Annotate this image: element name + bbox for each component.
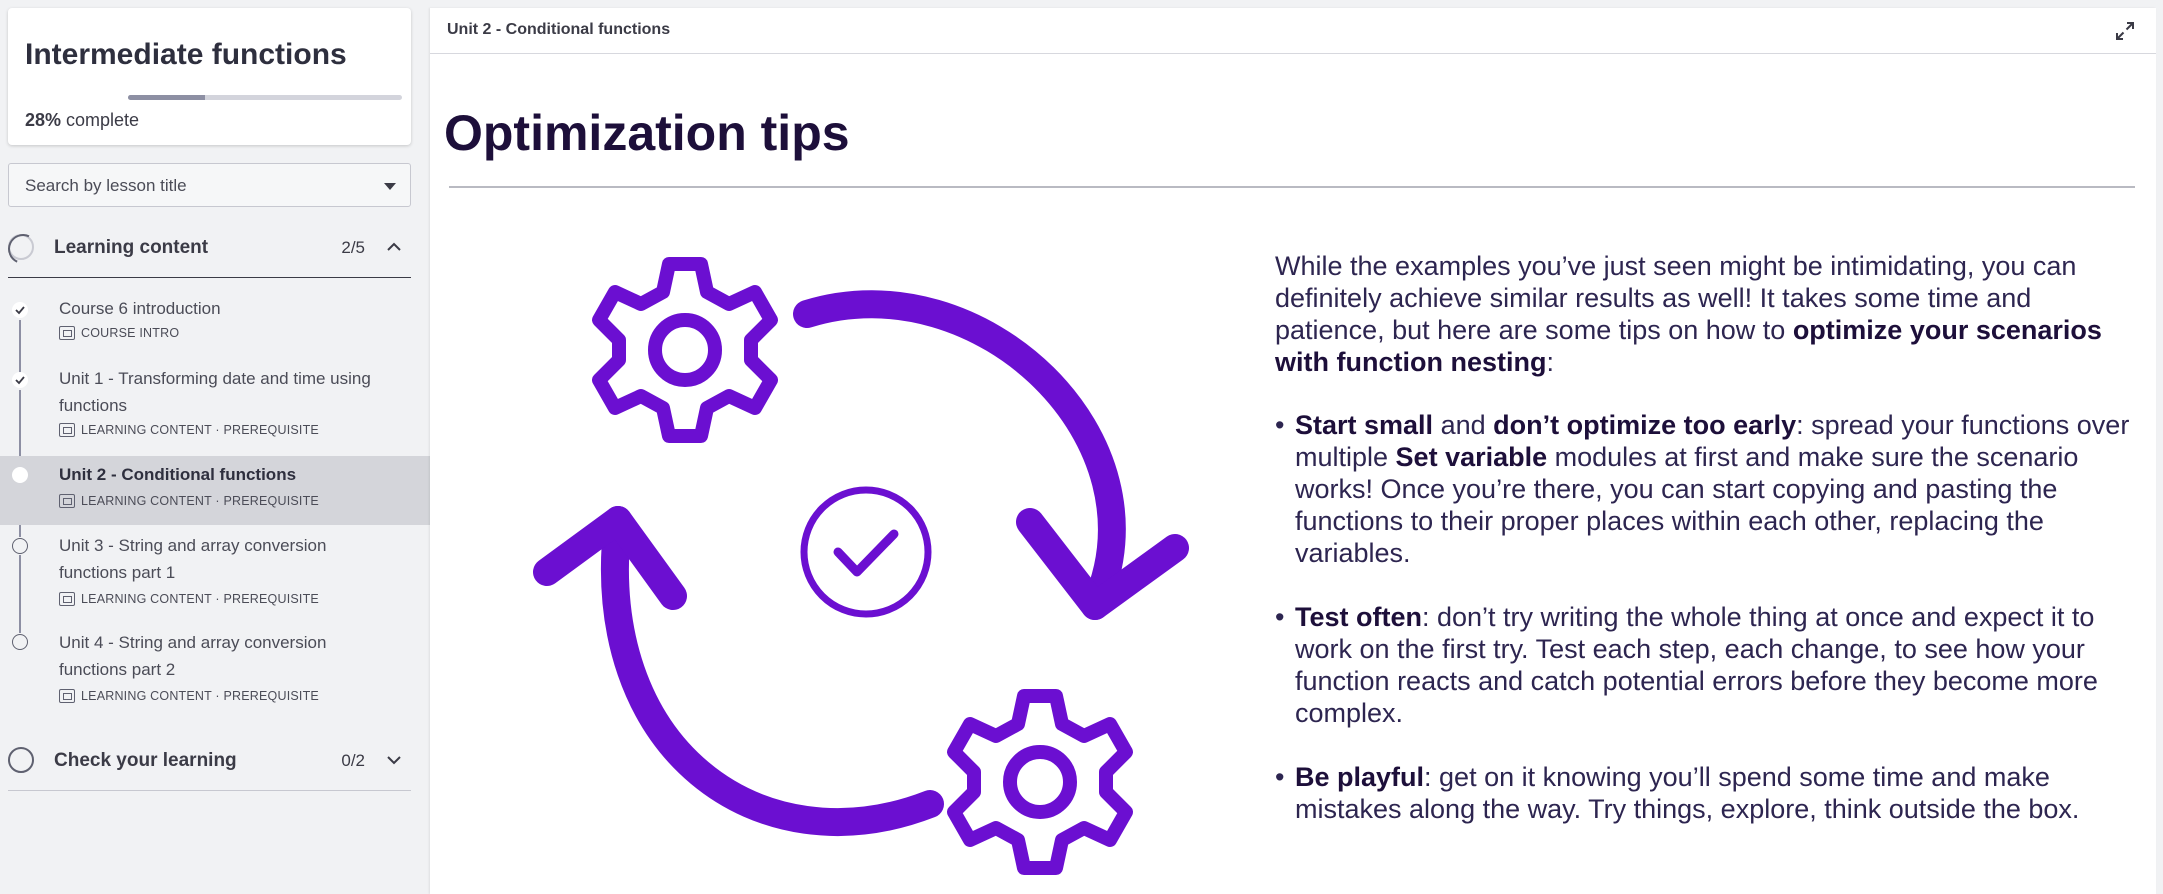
section-label: Learning content bbox=[54, 237, 209, 258]
tip-bold: Test often bbox=[1295, 602, 1422, 632]
lesson-topbar: Unit 2 - Conditional functions bbox=[430, 8, 2156, 54]
intro-paragraph: While the examples you’ve just seen migh… bbox=[1275, 250, 2135, 378]
lesson-item-course-intro[interactable]: Course 6 introduction COURSE INTRO bbox=[0, 290, 430, 350]
lesson-title: Unit 2 - Conditional functions bbox=[59, 465, 297, 484]
lesson-meta-text: LEARNING CONTENT · PREREQUISITE bbox=[81, 494, 319, 508]
section-learning-content[interactable]: Learning content 2/5 bbox=[8, 216, 411, 278]
lesson-meta: LEARNING CONTENT · PREREQUISITE bbox=[59, 494, 319, 508]
course-sidebar: Intermediate functions 28% complete Sear… bbox=[0, 0, 430, 894]
section-divider bbox=[8, 790, 411, 791]
tip-item: Start small and don’t optimize too early… bbox=[1275, 409, 2135, 569]
current-lesson-dot-icon bbox=[12, 467, 28, 483]
lesson-body: While the examples you’ve just seen migh… bbox=[1275, 250, 2135, 857]
tip-bold: Set variable bbox=[1395, 442, 1548, 472]
search-placeholder: Search by lesson title bbox=[25, 176, 187, 195]
intro-end: : bbox=[1546, 347, 1554, 377]
lesson-meta-text: LEARNING CONTENT · PREREQUISITE bbox=[81, 592, 319, 606]
expand-icon[interactable] bbox=[2114, 20, 2136, 42]
progress-text: 28% complete bbox=[25, 110, 139, 131]
lesson-meta: LEARNING CONTENT · PREREQUISITE bbox=[59, 689, 319, 703]
empty-ring-icon bbox=[8, 747, 34, 773]
check-circle-icon bbox=[800, 486, 932, 618]
slides-icon bbox=[59, 592, 75, 606]
tip-item: Be playful: get on it knowing you’ll spe… bbox=[1275, 761, 2135, 825]
tip-bold: don’t optimize too early bbox=[1493, 410, 1797, 440]
lesson-meta: COURSE INTRO bbox=[59, 326, 179, 340]
lesson-title: Unit 4 - String and array conversion fun… bbox=[59, 633, 327, 679]
section-divider bbox=[8, 277, 411, 278]
lesson-meta-text: COURSE INTRO bbox=[81, 326, 180, 340]
lesson-title: Unit 3 - String and array conversion fun… bbox=[59, 536, 327, 582]
tip-item: Test often: don’t try writing the whole … bbox=[1275, 601, 2135, 729]
lesson-title: Unit 1 - Transforming date and time usin… bbox=[59, 369, 371, 415]
lesson-meta-text: LEARNING CONTENT · PREREQUISITE bbox=[81, 689, 319, 703]
progress-suffix: complete bbox=[61, 110, 140, 130]
page-title: Optimization tips bbox=[444, 105, 850, 161]
gear-icon bbox=[599, 264, 771, 436]
section-count: 2/5 bbox=[341, 238, 365, 257]
caret-down-icon bbox=[384, 183, 396, 190]
section-check-your-learning[interactable]: Check your learning 0/2 bbox=[8, 729, 411, 791]
document-icon bbox=[59, 326, 75, 340]
tip-bold: Be playful bbox=[1295, 762, 1425, 792]
progress-fill bbox=[128, 95, 205, 100]
chevron-up-icon[interactable] bbox=[383, 236, 405, 258]
gear-icon bbox=[954, 696, 1126, 868]
check-icon bbox=[12, 302, 28, 318]
tips-list: Start small and don’t optimize too early… bbox=[1275, 409, 2135, 825]
progress-bar bbox=[128, 95, 402, 100]
chevron-down-icon[interactable] bbox=[383, 749, 405, 771]
progress-ring-icon bbox=[8, 234, 34, 260]
check-icon bbox=[12, 372, 28, 388]
course-title: Intermediate functions bbox=[25, 38, 347, 71]
lesson-content: Unit 2 - Conditional functions Optimizat… bbox=[430, 8, 2156, 894]
lesson-item-unit-1[interactable]: Unit 1 - Transforming date and time usin… bbox=[0, 360, 430, 450]
slides-icon bbox=[59, 689, 75, 703]
tip-text: and bbox=[1433, 410, 1494, 440]
lesson-meta-text: LEARNING CONTENT · PREREQUISITE bbox=[81, 423, 319, 437]
title-divider bbox=[449, 186, 2135, 188]
slides-icon bbox=[59, 494, 75, 508]
optimization-cycle-illustration bbox=[533, 230, 1189, 894]
progress-percent: 28% bbox=[25, 110, 62, 130]
slides-icon bbox=[59, 423, 75, 437]
incomplete-circle-icon bbox=[12, 634, 28, 650]
incomplete-circle-icon bbox=[12, 538, 28, 554]
section-count: 0/2 bbox=[341, 751, 365, 770]
lesson-title: Course 6 introduction bbox=[59, 299, 221, 318]
lesson-item-unit-2[interactable]: Unit 2 - Conditional functions LEARNING … bbox=[0, 456, 430, 525]
section-label: Check your learning bbox=[54, 750, 237, 771]
lesson-item-unit-4[interactable]: Unit 4 - String and array conversion fun… bbox=[0, 629, 430, 719]
tip-bold: Start small bbox=[1295, 410, 1434, 440]
breadcrumb: Unit 2 - Conditional functions bbox=[447, 21, 671, 38]
lesson-item-unit-3[interactable]: Unit 3 - String and array conversion fun… bbox=[0, 532, 430, 622]
lesson-search-select[interactable]: Search by lesson title bbox=[8, 163, 411, 207]
lesson-meta: LEARNING CONTENT · PREREQUISITE bbox=[59, 423, 319, 437]
course-card: Intermediate functions 28% complete bbox=[8, 8, 411, 145]
lesson-meta: LEARNING CONTENT · PREREQUISITE bbox=[59, 592, 319, 606]
